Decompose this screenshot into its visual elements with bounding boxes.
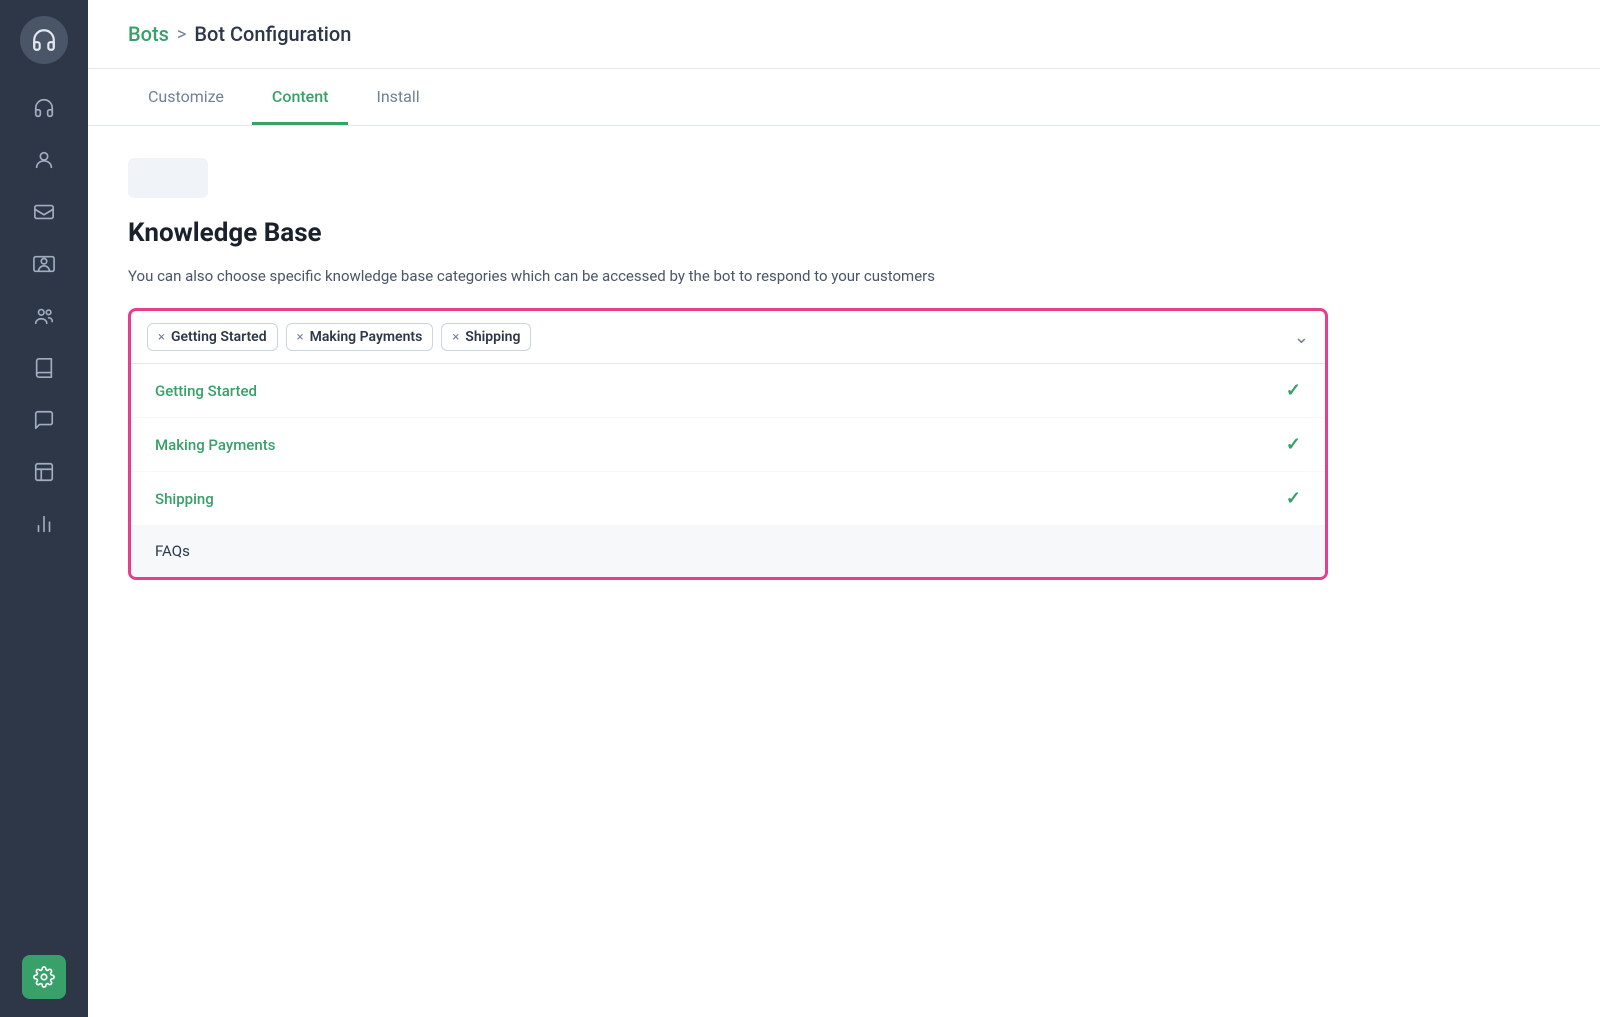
chat-icon[interactable]	[22, 398, 66, 442]
team-icon[interactable]	[22, 294, 66, 338]
page-body: Knowledge Base You can also choose speci…	[88, 126, 1600, 612]
check-icon-shipping: ✓	[1286, 488, 1301, 509]
inbox-icon[interactable]	[22, 190, 66, 234]
section-title: Knowledge Base	[128, 218, 1560, 248]
knowledge-base-dropdown[interactable]: × Getting Started × Making Payments × Sh…	[128, 308, 1328, 580]
breadcrumb-separator: >	[177, 24, 186, 45]
reports-icon[interactable]	[22, 502, 66, 546]
tab-bar: Customize Content Install	[88, 69, 1600, 126]
breadcrumb-parent[interactable]: Bots	[128, 22, 169, 46]
tag-making-payments[interactable]: × Making Payments	[286, 323, 434, 351]
person-icon[interactable]	[22, 138, 66, 182]
main-content: Bots > Bot Configuration Customize Conte…	[88, 0, 1600, 1017]
check-icon-making-payments: ✓	[1286, 434, 1301, 455]
tag-getting-started[interactable]: × Getting Started	[147, 323, 278, 351]
chevron-up-icon[interactable]: ⌄	[1294, 327, 1309, 348]
check-icon-getting-started: ✓	[1286, 380, 1301, 401]
tag-remove-getting-started[interactable]: ×	[158, 330, 165, 345]
dropdown-item-making-payments[interactable]: Making Payments ✓	[131, 418, 1325, 472]
section-description: You can also choose specific knowledge b…	[128, 264, 1228, 288]
dropdown-item-label-shipping: Shipping	[155, 490, 214, 508]
layout-icon[interactable]	[22, 450, 66, 494]
ghost-image-placeholder	[128, 158, 208, 198]
dropdown-item-label-making-payments: Making Payments	[155, 436, 275, 454]
header: Bots > Bot Configuration	[88, 0, 1600, 69]
dropdown-item-label-faqs: FAQs	[155, 542, 190, 560]
tag-label-making-payments: Making Payments	[310, 329, 423, 345]
breadcrumb-current: Bot Configuration	[194, 22, 351, 46]
dropdown-item-label-getting-started: Getting Started	[155, 382, 257, 400]
tag-shipping[interactable]: × Shipping	[441, 323, 531, 351]
dropdown-item-getting-started[interactable]: Getting Started ✓	[131, 364, 1325, 418]
tags-bar: × Getting Started × Making Payments × Sh…	[131, 311, 1325, 364]
dropdown-list: Getting Started ✓ Making Payments ✓ Ship…	[131, 364, 1325, 577]
contacts-icon[interactable]	[22, 242, 66, 286]
tag-label-getting-started: Getting Started	[171, 329, 267, 345]
settings-icon[interactable]	[22, 955, 66, 999]
headset-icon[interactable]	[22, 86, 66, 130]
tag-remove-shipping[interactable]: ×	[452, 330, 459, 345]
book-icon[interactable]	[22, 346, 66, 390]
tab-content[interactable]: Content	[252, 69, 349, 125]
dropdown-item-shipping[interactable]: Shipping ✓	[131, 472, 1325, 526]
dropdown-item-faqs[interactable]: FAQs	[131, 526, 1325, 577]
tab-customize[interactable]: Customize	[128, 69, 244, 125]
logo	[20, 16, 68, 64]
content-area: Customize Content Install Knowledge Base…	[88, 69, 1600, 1017]
tab-install[interactable]: Install	[356, 69, 439, 125]
tag-remove-making-payments[interactable]: ×	[297, 330, 304, 345]
tag-label-shipping: Shipping	[465, 329, 520, 345]
sidebar	[0, 0, 88, 1017]
